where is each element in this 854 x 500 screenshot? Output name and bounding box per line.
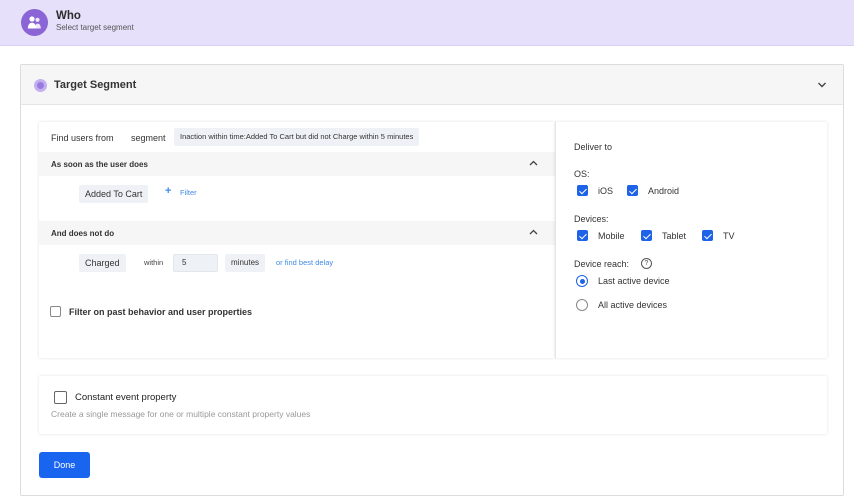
panel-title: Target Segment bbox=[54, 79, 137, 91]
chevron-up-icon[interactable] bbox=[528, 227, 539, 238]
tv-label: TV bbox=[723, 231, 735, 241]
find-users-label: Find users from bbox=[51, 133, 114, 143]
deliver-title: Deliver to bbox=[574, 142, 613, 152]
segment-chip[interactable]: Inaction within time:Added To Cart but d… bbox=[174, 128, 420, 146]
help-icon[interactable]: ? bbox=[641, 258, 652, 269]
best-delay-link[interactable]: or find best delay bbox=[276, 258, 333, 267]
segment-label: segment bbox=[131, 133, 166, 143]
constant-event-checkbox[interactable] bbox=[54, 391, 67, 404]
chevron-down-icon[interactable] bbox=[816, 79, 828, 91]
past-behavior-checkbox[interactable] bbox=[50, 306, 61, 317]
android-checkbox[interactable] bbox=[627, 185, 638, 196]
ios-checkbox[interactable] bbox=[577, 185, 588, 196]
filter-link[interactable]: Filter bbox=[180, 188, 197, 197]
users-icon bbox=[21, 9, 48, 36]
tv-checkbox[interactable] bbox=[702, 230, 713, 241]
all-active-label: All active devices bbox=[598, 300, 668, 310]
tablet-checkbox[interactable] bbox=[641, 230, 652, 241]
chevron-up-icon[interactable] bbox=[528, 158, 539, 169]
device-reach-label: Device reach: bbox=[574, 259, 630, 269]
tablet-label: Tablet bbox=[662, 231, 687, 241]
os-label: OS: bbox=[574, 169, 590, 179]
does-section-header[interactable]: As soon as the user does bbox=[39, 152, 555, 176]
who-header: Who Select target segment bbox=[0, 0, 854, 46]
segment-dot-icon bbox=[34, 79, 47, 92]
not-do-event-chip[interactable]: Charged bbox=[79, 254, 126, 272]
not-do-header-label: And does not do bbox=[51, 229, 115, 238]
constant-event-title: Constant event property bbox=[75, 392, 177, 403]
segment-definition-card: Find users from segment Inaction within … bbox=[39, 122, 555, 358]
constant-event-card: Constant event property Create a single … bbox=[39, 376, 827, 434]
all-active-radio[interactable] bbox=[576, 299, 588, 311]
header-title: Who bbox=[56, 10, 81, 22]
unit-select[interactable]: minutes bbox=[225, 254, 266, 272]
last-active-radio[interactable] bbox=[576, 275, 588, 287]
constant-event-subtitle: Create a single message for one or multi… bbox=[51, 409, 311, 419]
does-header-label: As soon as the user does bbox=[51, 160, 148, 169]
ios-label: iOS bbox=[598, 186, 614, 196]
deliver-to-card: Deliver to OS: iOS Android Devices: Mobi… bbox=[555, 122, 827, 358]
within-label: within bbox=[144, 258, 164, 267]
mobile-label: Mobile bbox=[598, 231, 625, 241]
header-subtitle: Select target segment bbox=[56, 23, 134, 32]
plus-icon[interactable]: + bbox=[165, 185, 171, 197]
target-segment-panel: Target Segment Find users from segment I… bbox=[20, 64, 844, 496]
target-segment-header[interactable]: Target Segment bbox=[21, 65, 843, 105]
last-active-label: Last active device bbox=[598, 276, 670, 286]
not-do-section-header[interactable]: And does not do bbox=[39, 221, 555, 245]
done-button[interactable]: Done bbox=[39, 452, 90, 478]
within-input[interactable]: 5 bbox=[173, 254, 218, 272]
past-behavior-label: Filter on past behavior and user propert… bbox=[69, 307, 253, 317]
does-event-chip[interactable]: Added To Cart bbox=[79, 185, 149, 203]
android-label: Android bbox=[648, 186, 680, 196]
mobile-checkbox[interactable] bbox=[577, 230, 588, 241]
devices-label: Devices: bbox=[574, 214, 609, 224]
